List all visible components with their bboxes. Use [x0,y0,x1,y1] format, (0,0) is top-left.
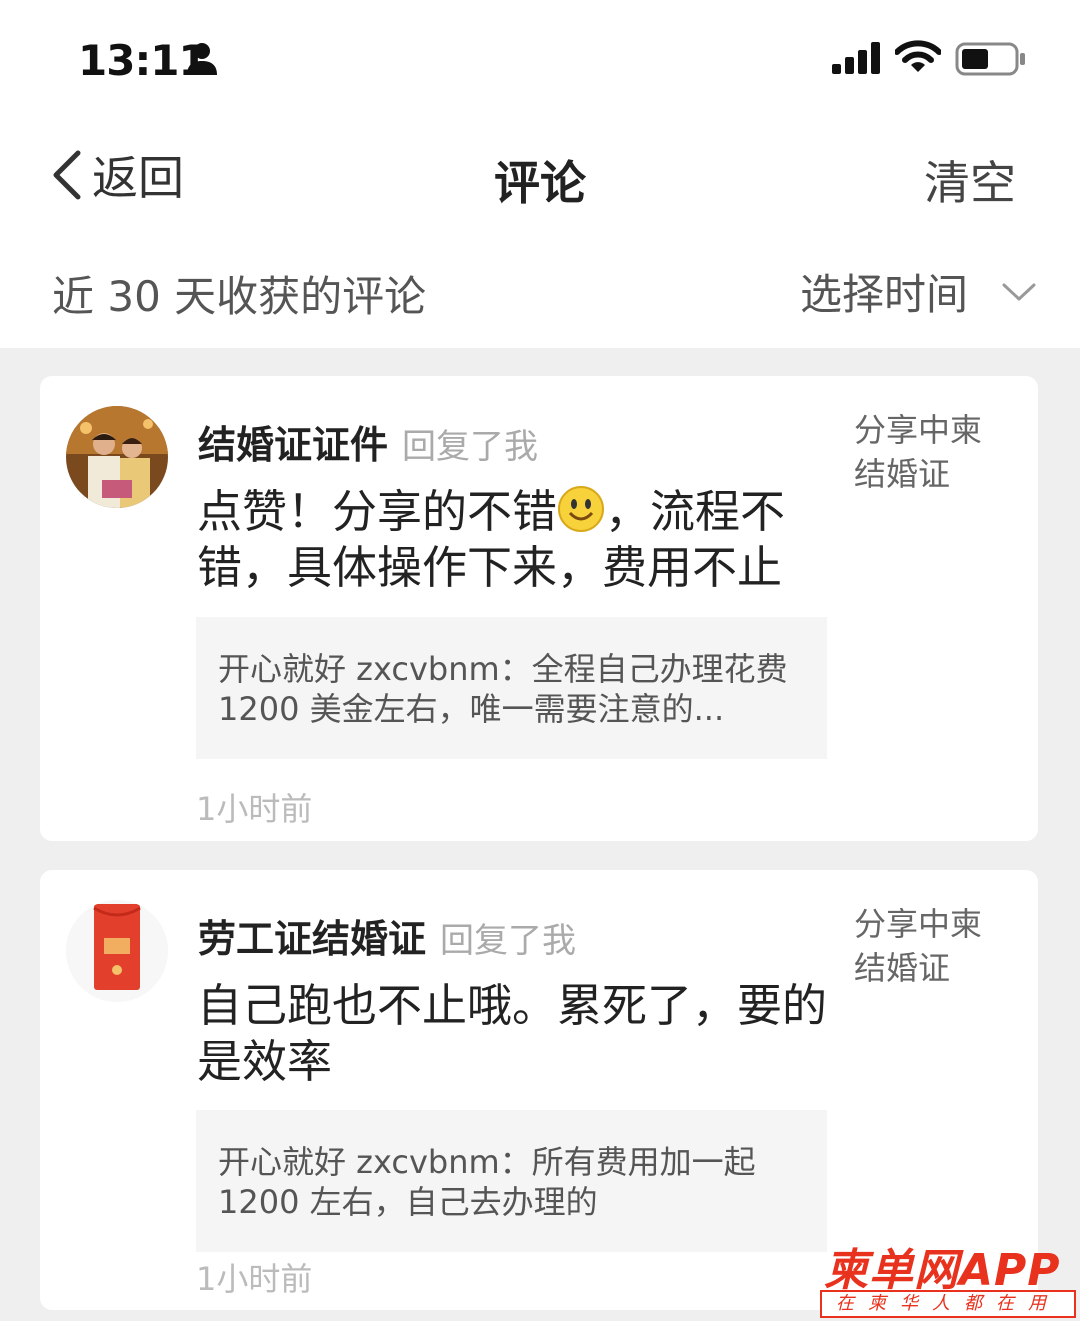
chevron-down-icon [1002,283,1036,300]
wifi-icon [895,40,941,72]
person-icon [187,43,217,75]
signal-icon [832,42,880,74]
comment-time: 1小时前 [196,790,313,828]
comment-time: 1小时前 [196,1260,313,1298]
watermark-brand: 柬单网APP [824,1245,1061,1296]
filter-label: 近 30 天收获的评论 [52,272,427,321]
author-name[interactable]: 劳工证结婚证 [198,908,426,963]
comment-text[interactable]: 点赞！分享的不错 ，流程不错，具体操作下来，费用不止 [197,484,837,596]
author-name[interactable]: 结婚证证件 [198,414,388,469]
select-time-label: 选择时间 [799,270,968,319]
comment-text-part: 点赞！分享的不错 [197,485,558,538]
avatar[interactable] [66,900,168,1002]
battery-icon [955,42,1025,76]
red-envelope-avatar-icon [66,900,168,1002]
reply-tag: 回复了我 [440,921,577,961]
source-post-title[interactable]: 分享中柬结婚证 [854,902,1004,990]
comment-card[interactable]: 结婚证证件 回复了我 分享中柬结婚证 点赞！分享的不错 ，流程不错，具体操作下来，… [40,376,1038,841]
smile-emoji-icon [558,486,605,532]
select-time-dropdown[interactable]: 选择时间 [800,261,1036,322]
wedding-photo-avatar-icon [66,406,168,508]
comment-text[interactable]: 自己跑也不止哦。累死了，要的是效率 [197,978,837,1090]
watermark-slogan: 在柬华人都在用 [820,1290,1076,1318]
clear-button[interactable]: 清空 [924,147,1016,213]
page-title: 评论 [494,156,586,210]
reply-tag: 回复了我 [402,427,539,467]
status-bar: 13:11 [0,0,1080,115]
quoted-comment[interactable]: 开心就好 zxcvbnm：所有费用加一起 1200 左右，自己去办理的 [196,1110,827,1252]
watermark-logo: 柬单网APP 在柬华人都在用 [818,1234,1080,1321]
avatar[interactable] [66,406,168,508]
quoted-comment[interactable]: 开心就好 zxcvbnm：全程自己办理花费 1200 美金左右，唯一需要注意的.… [196,617,827,759]
source-post-title[interactable]: 分享中柬结婚证 [854,408,1004,496]
filter-bar: 近 30 天收获的评论 选择时间 [0,233,1080,348]
nav-bar: 返回 评论 清空 [0,115,1080,233]
